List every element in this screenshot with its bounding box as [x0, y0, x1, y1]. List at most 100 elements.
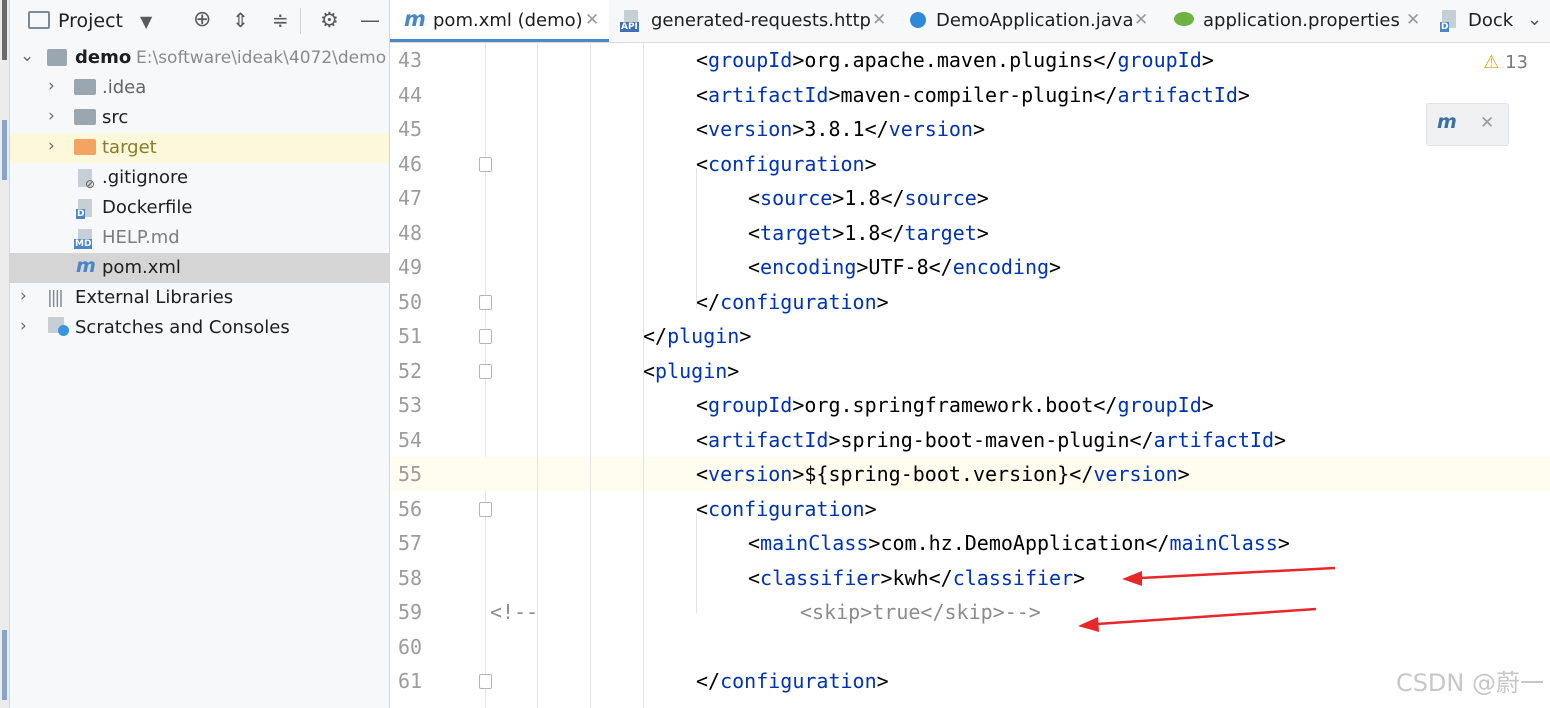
code-line[interactable]: 58 <classifier>kwh</classifier>	[390, 561, 1550, 595]
tree-item-label: target	[102, 137, 157, 158]
tree-item-dockerfile[interactable]: D Dockerfile	[10, 193, 389, 223]
tree-item-help-md[interactable]: MD HELP.md	[10, 223, 389, 253]
close-icon[interactable]: ✕	[1406, 10, 1420, 30]
maven-file-icon: m	[76, 255, 96, 277]
gear-icon[interactable]: ⚙	[320, 10, 339, 31]
line-number: 55	[398, 462, 423, 486]
line-number: 47	[398, 186, 423, 210]
code-line[interactable]: 49 <encoding>UTF-8</encoding>	[390, 250, 1550, 284]
indent-guide	[696, 513, 697, 613]
tool-window-strip[interactable]	[0, 0, 10, 708]
code-line[interactable]: 47 <source>1.8</source>	[390, 181, 1550, 215]
code-line[interactable]: 46 <configuration>	[390, 147, 1550, 181]
code-line[interactable]: 48 <target>1.8</target>	[390, 216, 1550, 250]
chevron-down-icon[interactable]: ▼	[140, 12, 152, 32]
fold-marker-icon[interactable]	[479, 294, 492, 310]
tree-item-external-libraries[interactable]: › |||| External Libraries	[10, 283, 389, 313]
tree-item-gitignore[interactable]: ⊘ .gitignore	[10, 163, 389, 193]
chevron-right-icon[interactable]: ›	[48, 136, 55, 156]
code-line[interactable]: 52 <plugin>	[390, 354, 1550, 388]
line-number: 54	[398, 427, 423, 452]
close-icon[interactable]: ✕	[1480, 113, 1494, 133]
fold-marker-icon[interactable]	[479, 329, 492, 344]
line-number: 52	[398, 358, 423, 383]
chevron-right-icon[interactable]: ›	[48, 76, 55, 96]
chevron-down-icon[interactable]: ⌄	[1527, 9, 1542, 30]
tree-item-target[interactable]: › target	[10, 133, 389, 163]
tab-label: DemoApplication.java	[936, 10, 1134, 31]
line-number: 59	[398, 600, 423, 624]
fold-marker-icon[interactable]	[479, 501, 492, 517]
code-line[interactable]: 50 </configuration>	[390, 285, 1550, 319]
code-text: <skip>true</skip>-->	[800, 600, 1041, 624]
code-text: <source>1.8</source>	[748, 186, 989, 210]
close-icon[interactable]: ✕	[872, 10, 886, 30]
project-tool-window: Project ▼ ⊕ ⇕ ≑ ⚙ — ⌄ demo E:\software\i…	[10, 0, 390, 708]
project-view-selector[interactable]: Project	[58, 10, 123, 32]
line-number: 50	[398, 289, 423, 314]
line-number: 61	[398, 669, 423, 693]
toolbar-divider	[300, 8, 301, 34]
code-line[interactable]: 43 <groupId>org.apache.maven.plugins</gro…	[390, 43, 1550, 77]
code-line[interactable]: 57 <mainClass>com.hz.DemoApplication</mai…	[390, 526, 1550, 560]
tree-item-src[interactable]: › src	[10, 103, 389, 133]
code-line[interactable]: 54 <artifactId>spring-boot-maven-plugin</…	[390, 423, 1550, 457]
tab-generated-requests[interactable]: API generated-requests.http ✕	[612, 0, 894, 42]
tab-dockerfile[interactable]: D Dock	[1434, 0, 1524, 42]
comment-open: <!--	[490, 600, 539, 624]
code-text: <artifactId>spring-boot-maven-plugin</ar…	[696, 427, 1287, 452]
tab-demo-application[interactable]: DemoApplication.java ✕	[898, 0, 1156, 42]
close-icon[interactable]: ✕	[585, 10, 599, 30]
commit-tool-button[interactable]	[2, 120, 7, 180]
collapse-all-icon[interactable]: ≑	[272, 10, 289, 30]
tab-pom-xml[interactable]: m pom.xml (demo) ✕	[390, 0, 609, 42]
code-text: <version>${spring-boot.version}</version…	[696, 462, 1190, 486]
chevron-right-icon[interactable]: ›	[20, 316, 27, 336]
code-text: <mainClass>com.hz.DemoApplication</mainC…	[748, 531, 1290, 555]
chevron-right-icon[interactable]: ›	[20, 286, 27, 306]
code-text: </configuration>	[696, 289, 889, 314]
code-line[interactable]: 61 </configuration>	[390, 664, 1550, 698]
module-folder-icon	[47, 49, 67, 66]
project-panel-header: Project ▼ ⊕ ⇕ ≑ ⚙ —	[10, 0, 389, 43]
maven-reload-popup[interactable]: m ✕	[1426, 103, 1509, 146]
code-text: </configuration>	[696, 669, 889, 693]
scratch-clock-icon	[58, 325, 69, 336]
code-editor[interactable]: 43 <groupId>org.apache.maven.plugins</gro…	[390, 43, 1550, 708]
tree-item-idea[interactable]: › .idea	[10, 73, 389, 103]
hide-panel-icon[interactable]: —	[360, 10, 380, 30]
chevron-right-icon[interactable]: ›	[48, 106, 55, 126]
expand-all-icon[interactable]: ⇕	[232, 10, 249, 30]
tree-item-demo[interactable]: ⌄ demo E:\software\ideak\4072\demo	[10, 43, 389, 73]
fold-marker-icon[interactable]	[479, 156, 492, 172]
inspection-warnings[interactable]: ⚠ 13	[1483, 52, 1528, 73]
tab-application-properties[interactable]: application.properties ✕	[1160, 0, 1430, 42]
tree-item-scratches[interactable]: › Scratches and Consoles	[10, 313, 389, 343]
code-line[interactable]: 60	[390, 630, 1550, 664]
maven-file-icon: m	[404, 7, 426, 31]
api-badge: API	[620, 22, 639, 32]
project-tool-button[interactable]	[2, 0, 7, 60]
code-line[interactable]: 53 <groupId>org.springframework.boot</gro…	[390, 388, 1550, 422]
chevron-down-icon[interactable]: ⌄	[20, 46, 34, 66]
code-text: <plugin>	[643, 358, 740, 383]
code-line[interactable]: 56 <configuration>	[390, 492, 1550, 526]
code-line[interactable]: 45 <version>3.8.1</version>	[390, 112, 1550, 146]
tab-label: pom.xml (demo)	[433, 10, 583, 31]
docker-badge: D	[1440, 22, 1450, 32]
line-number: 43	[398, 48, 423, 72]
code-line[interactable]: 51 </plugin>	[390, 319, 1550, 353]
close-icon[interactable]: ✕	[1134, 10, 1148, 30]
folder-icon	[74, 79, 96, 95]
locate-file-icon[interactable]: ⊕	[193, 9, 211, 31]
warning-icon: ⚠	[1483, 52, 1500, 73]
code-line[interactable]: 55 <version>${spring-boot.version}</versi…	[390, 457, 1550, 491]
fold-marker-icon[interactable]	[479, 363, 492, 379]
code-line[interactable]: 44 <artifactId>maven-compiler-plugin</art…	[390, 78, 1550, 112]
tree-item-pom-xml[interactable]: m pom.xml	[10, 253, 389, 283]
indent-guide	[643, 43, 644, 708]
fold-marker-icon[interactable]	[479, 674, 492, 689]
code-line[interactable]: 59 <!-- <skip>true</skip>-->	[390, 595, 1550, 629]
structure-tool-button[interactable]	[2, 630, 7, 700]
maven-reload-icon[interactable]: m	[1437, 111, 1457, 133]
